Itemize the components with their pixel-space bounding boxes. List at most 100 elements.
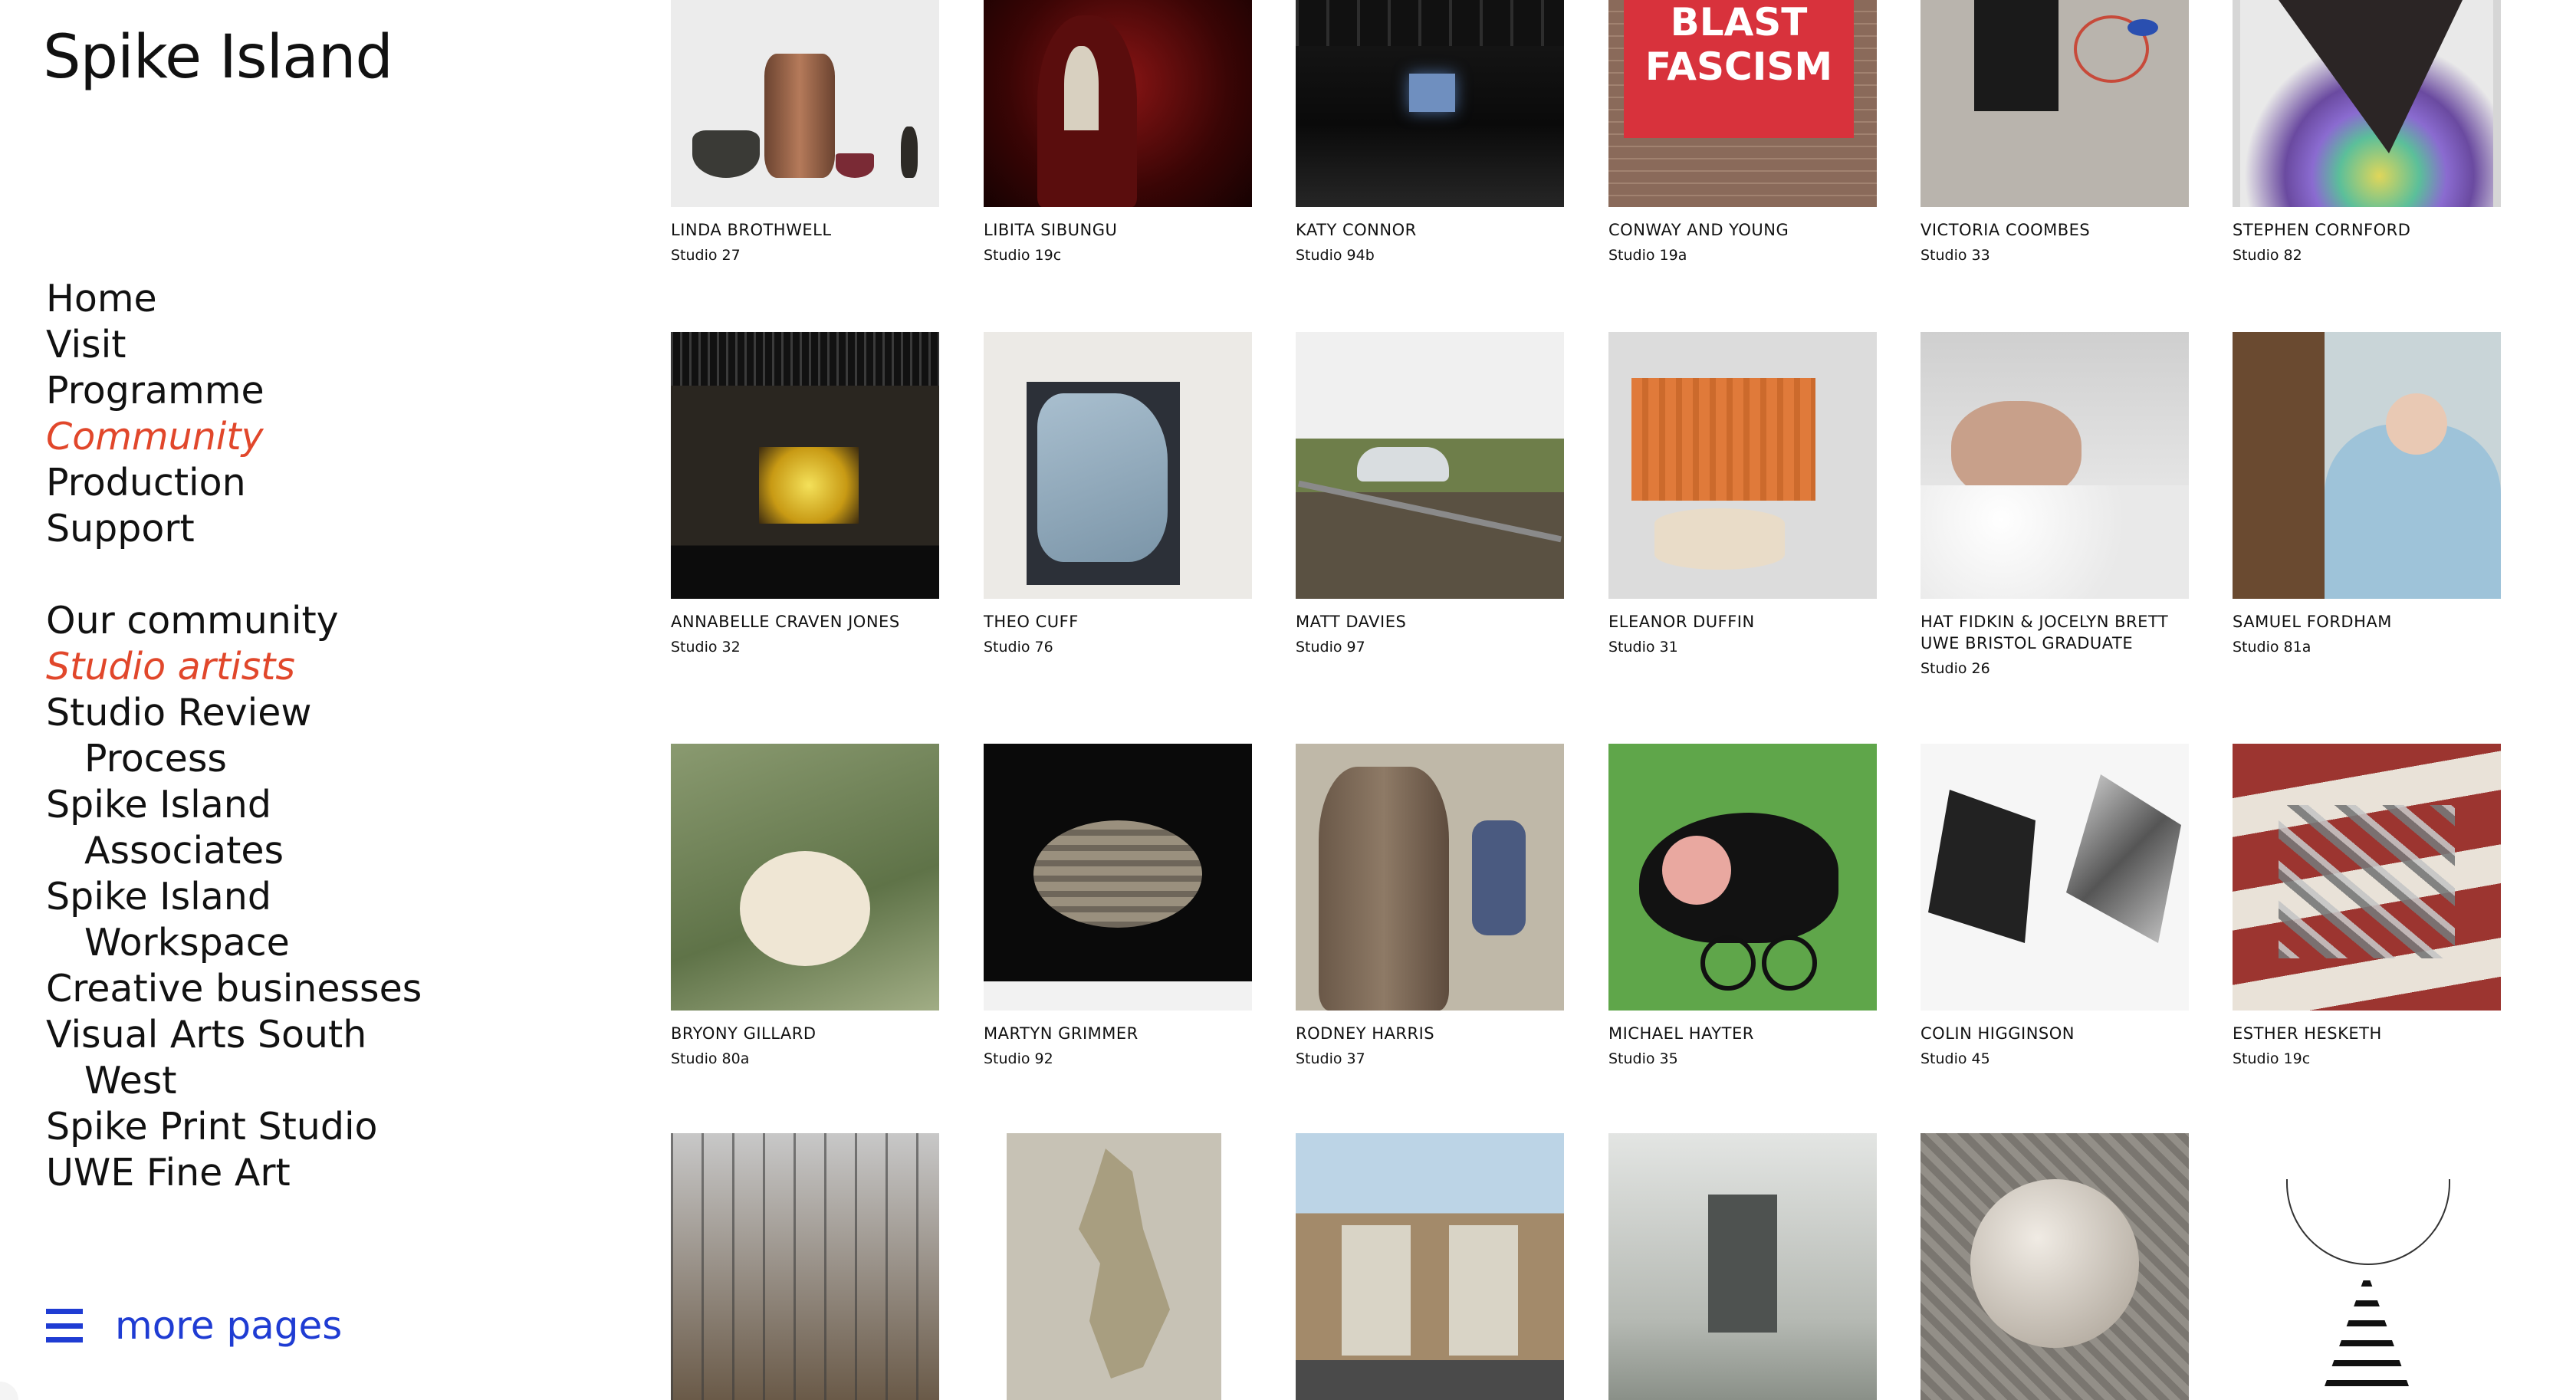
artist-card[interactable]: Libita Sibungu Studio 19c (984, 0, 1252, 264)
subnav-visual-arts[interactable]: Visual Arts South (46, 1012, 422, 1058)
artist-name[interactable]: Katy Connor (1296, 219, 1564, 241)
nav-item-visit[interactable]: Visit (46, 322, 264, 368)
artist-name[interactable]: Samuel Fordham (2233, 611, 2501, 633)
artist-studio: Studio 94b (1296, 247, 1375, 264)
artist-studio: Studio 76 (984, 639, 1053, 656)
banner-text: BLAST FASCISM (1624, 0, 1854, 138)
artist-card[interactable]: Hat Fidkin & Jocelyn Brett UWE Bristol G… (1921, 332, 2189, 677)
nav-item-programme[interactable]: Programme (46, 368, 264, 414)
artist-studio: Studio 33 (1921, 247, 1990, 264)
artist-card[interactable]: Victoria Coombes Studio 33 (1921, 0, 2189, 264)
artist-studio: Studio 35 (1608, 1050, 1678, 1067)
artist-card[interactable]: Theo Cuff Studio 76 (984, 332, 1252, 656)
artist-card[interactable] (984, 1133, 1252, 1400)
artist-card[interactable]: Bryony Gillard Studio 80a (671, 744, 939, 1067)
artist-name[interactable]: Libita Sibungu (984, 219, 1252, 241)
artist-studio: Studio 19a (1608, 247, 1687, 264)
artist-name[interactable]: Victoria Coombes (1921, 219, 2189, 241)
artist-name[interactable]: Colin Higginson (1921, 1023, 2189, 1044)
artist-studio: Studio 80a (671, 1050, 750, 1067)
artist-thumbnail[interactable]: BLAST FASCISM (1608, 0, 1877, 207)
artist-card[interactable]: BLAST FASCISM Conway and Young Studio 19… (1608, 0, 1877, 264)
artist-name[interactable]: Conway and Young (1608, 219, 1877, 241)
artist-name[interactable]: Theo Cuff (984, 611, 1252, 633)
artist-card[interactable]: Michael Hayter Studio 35 (1608, 744, 1877, 1067)
artist-name[interactable]: Bryony Gillard (671, 1023, 939, 1044)
artist-studio: Studio 26 (1921, 660, 1990, 677)
artist-thumbnail[interactable] (671, 744, 939, 1011)
artist-studio: Studio 45 (1921, 1050, 1990, 1067)
subnav-studio-review[interactable]: Studio Review (46, 690, 422, 736)
subnav-associates[interactable]: Spike Island (46, 782, 422, 828)
artist-card[interactable]: Samuel Fordham Studio 81a (2233, 332, 2501, 656)
artist-thumbnail[interactable] (984, 332, 1252, 599)
artist-card[interactable]: Linda Brothwell Studio 27 (671, 0, 939, 264)
artist-card[interactable] (1608, 1133, 1877, 1400)
artist-thumbnail[interactable] (1608, 1133, 1877, 1400)
artist-thumbnail[interactable] (2233, 332, 2501, 599)
artist-name[interactable]: Stephen Cornford (2233, 219, 2501, 241)
artist-studio: Studio 31 (1608, 639, 1678, 656)
artist-card[interactable]: Stephen Cornford Studio 82 (2233, 0, 2501, 264)
artist-thumbnail[interactable] (2233, 744, 2501, 1011)
subnav-uwe-fine-art[interactable]: UWE Fine Art (46, 1150, 422, 1196)
artist-thumbnail[interactable] (984, 0, 1252, 207)
subnav-visual-arts-cont[interactable]: West (46, 1058, 422, 1104)
artist-thumbnail[interactable] (1608, 332, 1877, 599)
artist-studio: Studio 81a (2233, 639, 2312, 656)
artist-card[interactable]: Annabelle Craven Jones Studio 32 (671, 332, 939, 656)
artist-name[interactable]: Hat Fidkin & Jocelyn Brett UWE Bristol G… (1921, 611, 2189, 654)
hamburger-menu-icon (46, 1309, 83, 1342)
artist-name[interactable]: Linda Brothwell (671, 219, 939, 241)
nav-item-community[interactable]: Community (46, 414, 264, 460)
artist-name[interactable]: Annabelle Craven Jones (671, 611, 939, 633)
artist-name[interactable]: Rodney Harris (1296, 1023, 1564, 1044)
artist-thumbnail[interactable] (671, 0, 939, 207)
nav-item-support[interactable]: Support (46, 506, 264, 552)
subnav-associates-cont[interactable]: Associates (46, 828, 422, 874)
artist-card[interactable]: Eleanor Duffin Studio 31 (1608, 332, 1877, 656)
artist-card[interactable]: Esther Hesketh Studio 19c (2233, 744, 2501, 1067)
artist-thumbnail[interactable] (1608, 744, 1877, 1011)
artist-card[interactable] (1296, 1133, 1564, 1400)
artist-thumbnail[interactable] (671, 332, 939, 599)
artist-card[interactable]: Katy Connor Studio 94b (1296, 0, 1564, 264)
artist-name[interactable]: Martyn Grimmer (984, 1023, 1252, 1044)
artist-thumbnail[interactable] (1296, 1133, 1564, 1400)
artist-card[interactable]: Colin Higginson Studio 45 (1921, 744, 2189, 1067)
artist-thumbnail[interactable] (2233, 0, 2501, 207)
artist-thumbnail[interactable] (2233, 1133, 2501, 1400)
artist-thumbnail[interactable] (1921, 332, 2189, 599)
artist-thumbnail[interactable] (1296, 744, 1564, 1011)
artist-studio: Studio 82 (2233, 247, 2302, 264)
artist-card[interactable]: Rodney Harris Studio 37 (1296, 744, 1564, 1067)
artist-card[interactable] (1921, 1133, 2189, 1400)
artist-name[interactable]: Michael Hayter (1608, 1023, 1877, 1044)
subnav-print-studio[interactable]: Spike Print Studio (46, 1104, 422, 1150)
subnav-studio-artists[interactable]: Studio artists (46, 644, 422, 690)
subnav-creative-businesses[interactable]: Creative businesses (46, 966, 422, 1012)
artist-name[interactable]: Eleanor Duffin (1608, 611, 1877, 633)
artist-card[interactable] (2233, 1133, 2501, 1400)
artist-thumbnail[interactable] (984, 1133, 1252, 1400)
artist-name[interactable]: Esther Hesketh (2233, 1023, 2501, 1044)
artist-thumbnail[interactable] (984, 744, 1252, 1011)
artist-card[interactable]: Matt Davies Studio 97 (1296, 332, 1564, 656)
artist-thumbnail[interactable] (671, 1133, 939, 1400)
subnav-our-community[interactable]: Our community (46, 598, 422, 644)
site-logo[interactable]: Spike Island (43, 23, 393, 92)
artist-card[interactable]: Martyn Grimmer Studio 92 (984, 744, 1252, 1067)
more-pages-button[interactable]: more pages (46, 1303, 342, 1348)
artist-thumbnail[interactable] (1296, 332, 1564, 599)
artist-thumbnail[interactable] (1921, 744, 2189, 1011)
artist-card[interactable] (671, 1133, 939, 1400)
artist-thumbnail[interactable] (1921, 0, 2189, 207)
nav-item-production[interactable]: Production (46, 460, 264, 506)
subnav-studio-review-cont[interactable]: Process (46, 736, 422, 782)
subnav-workspace-cont[interactable]: Workspace (46, 920, 422, 966)
artist-thumbnail[interactable] (1296, 0, 1564, 207)
nav-item-home[interactable]: Home (46, 276, 264, 322)
subnav-workspace[interactable]: Spike Island (46, 874, 422, 920)
artist-name[interactable]: Matt Davies (1296, 611, 1564, 633)
artist-thumbnail[interactable] (1921, 1133, 2189, 1400)
